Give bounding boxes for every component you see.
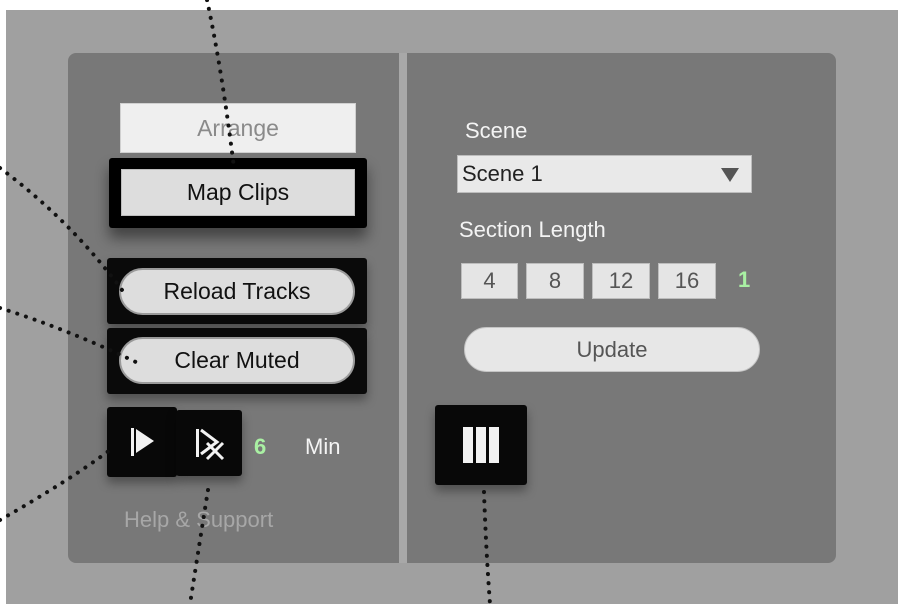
arrange-button[interactable]: Arrange	[120, 103, 356, 153]
length-button-12[interactable]: 12	[592, 263, 650, 299]
update-button[interactable]: Update	[464, 327, 760, 372]
scene-label: Scene	[465, 118, 528, 143]
help-support-link[interactable]: Help & Support	[124, 507, 273, 533]
chevron-down-icon	[721, 168, 739, 182]
current-length-value: 1	[738, 267, 751, 292]
columns-button[interactable]	[435, 405, 527, 485]
panel-divider	[399, 53, 407, 563]
columns-icon	[463, 427, 499, 463]
clear-muted-button[interactable]: Clear Muted	[119, 337, 355, 384]
length-button-8[interactable]: 8	[526, 263, 584, 299]
screenshot: Arrange Map Clips Reload Tracks Clear Mu…	[0, 0, 898, 604]
flag-icon	[131, 428, 154, 456]
scene-dropdown[interactable]: Scene 1	[457, 155, 752, 193]
section-length-label: Section Length	[459, 217, 606, 242]
map-clips-button[interactable]: Map Clips	[121, 169, 355, 216]
length-button-4[interactable]: 4	[461, 263, 518, 299]
count-value: 6	[254, 434, 267, 459]
remove-flag-button[interactable]	[176, 410, 242, 476]
scene-dropdown-value: Scene 1	[462, 161, 543, 186]
add-flag-button[interactable]	[107, 407, 177, 477]
length-button-16[interactable]: 16	[658, 263, 716, 299]
flag-remove-icon	[196, 428, 225, 461]
reload-tracks-button[interactable]: Reload Tracks	[119, 268, 355, 315]
min-label: Min	[305, 434, 341, 459]
